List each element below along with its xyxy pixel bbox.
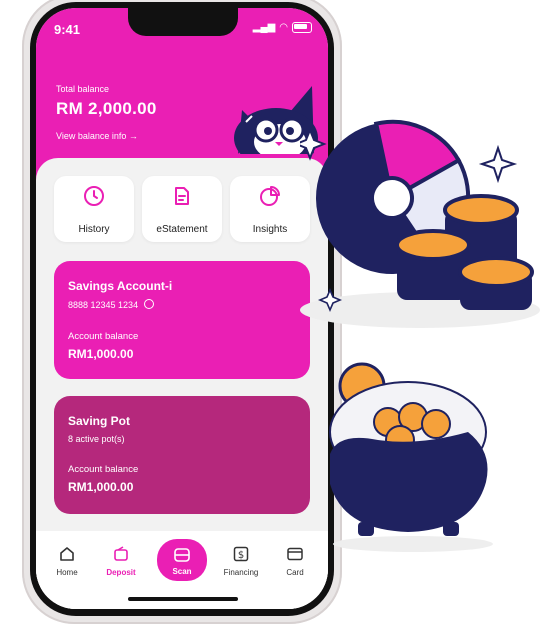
insights-button[interactable]: Insights <box>230 176 310 242</box>
status-icons: ▂▄▆ ◠ <box>253 22 312 33</box>
saving-pot-count: 8 active pot(s) <box>68 434 125 444</box>
estatement-button[interactable]: eStatement <box>142 176 222 242</box>
pie-chart-coins-illustration <box>300 119 540 328</box>
pie-chart-icon <box>260 186 280 206</box>
dollar-icon: $ <box>233 546 249 562</box>
nav-financing[interactable]: $ Financing <box>216 545 266 577</box>
view-balance-info-link[interactable]: View balance info → <box>56 131 138 141</box>
nav-financing-label: Financing <box>223 568 259 577</box>
scan-icon <box>174 548 190 562</box>
svg-text:$: $ <box>238 550 244 561</box>
copy-icon[interactable] <box>143 299 154 309</box>
wallet-icon <box>114 546 128 561</box>
savings-account-number: 8888 12345 1234 <box>68 299 154 310</box>
nav-scan-label: Scan <box>172 567 192 576</box>
total-balance-value: RM 2,000.00 <box>56 99 157 118</box>
saving-pot-balance-value: RM1,000.00 <box>68 480 134 494</box>
clock-icon <box>84 186 104 206</box>
history-button[interactable]: History <box>54 176 134 242</box>
status-time: 9:41 <box>54 22 81 37</box>
savings-account-title: Savings Account-i <box>68 279 173 293</box>
history-label: History <box>78 224 110 235</box>
app-screen: 9:41 ▂▄▆ ◠ Total balance RM 2,000.00 Vie… <box>36 8 328 609</box>
coin-pot-illustration <box>329 362 493 552</box>
phone-notch <box>128 8 238 36</box>
nav-home[interactable]: Home <box>42 545 92 577</box>
battery-icon <box>292 22 312 33</box>
saving-pot-title: Saving Pot <box>68 414 131 428</box>
total-balance-label: Total balance <box>56 84 110 94</box>
home-indicator <box>128 597 238 601</box>
home-icon <box>60 547 74 561</box>
bottom-nav: Home Deposit Scan $ Financing Card <box>36 531 328 609</box>
saving-pot-card[interactable]: Saving Pot 8 active pot(s) Account balan… <box>54 396 310 514</box>
wifi-icon: ◠ <box>279 22 288 33</box>
estatement-label: eStatement <box>156 224 208 235</box>
nav-deposit-label: Deposit <box>106 568 136 577</box>
nav-deposit[interactable]: Deposit <box>96 545 146 577</box>
card-icon <box>287 547 303 561</box>
nav-card-label: Card <box>286 568 304 577</box>
savings-balance-value: RM1,000.00 <box>68 347 134 361</box>
document-icon <box>175 187 189 205</box>
insights-label: Insights <box>252 224 288 235</box>
saving-pot-balance-label: Account balance <box>68 464 139 475</box>
savings-balance-label: Account balance <box>68 331 139 342</box>
main-content: History eStatement Insights Savings Acco… <box>36 158 328 609</box>
signal-icon: ▂▄▆ <box>252 22 276 33</box>
nav-card[interactable]: Card <box>270 545 320 577</box>
scan-button[interactable]: Scan <box>157 539 207 581</box>
nav-home-label: Home <box>56 568 78 577</box>
savings-account-card[interactable]: Savings Account-i 8888 12345 1234 Accoun… <box>54 261 310 379</box>
